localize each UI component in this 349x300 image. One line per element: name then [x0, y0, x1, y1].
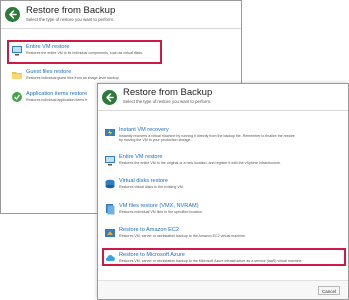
option-desc: Restores VM, server or workstation backu…: [119, 259, 303, 263]
option-desc: Instantly recovers a virtual machine by …: [119, 134, 295, 143]
instant-recovery-icon: [105, 129, 115, 136]
option-desc: Restores individual guest files from an …: [26, 76, 120, 80]
option-name: Entire VM restore: [119, 154, 163, 160]
dialog-title: Restore from Backup: [123, 87, 213, 98]
option-desc: Restores individual application items fr: [26, 98, 88, 102]
dialog-subtitle: Select the type of restore you want to p…: [26, 17, 115, 22]
dialog-title: Restore from Backup: [26, 5, 116, 16]
option-name: Restore to Amazon EC2: [119, 227, 180, 233]
option-name: Entire VM restore: [26, 44, 70, 50]
vm-files-icon: [106, 204, 115, 215]
option-name: Virtual disks restore: [119, 178, 169, 184]
guest-files-icon: [12, 72, 22, 79]
dialog-subtitle: Select the type of restore you want to p…: [123, 99, 212, 104]
dialog-header: Restore from Backup Select the type of r…: [98, 84, 348, 111]
azure-cloud-icon: [105, 255, 115, 261]
dialog-footer: Cancel: [98, 280, 348, 299]
option-desc: Restores the entire VM to its individual…: [26, 51, 144, 55]
option-name: Instant VM recovery: [119, 127, 169, 133]
cancel-button[interactable]: Cancel: [318, 286, 340, 295]
dialog-header: Restore from Backup Select the type of r…: [1, 1, 241, 29]
option-desc: Restores the entire VM to the original o…: [119, 161, 281, 165]
vm-restore-icon: [105, 156, 115, 166]
option-desc: Restores VM, server or workstation backu…: [119, 234, 246, 238]
option-name: VM files restore (VMX, NVRAM): [119, 203, 199, 209]
option-desc: Restores individual VM files to the spec…: [119, 210, 203, 214]
option-name: Guest files restore: [26, 69, 72, 75]
restore-dialog-foreground: Restore from Backup Select the type of r…: [97, 83, 349, 300]
back-arrow-icon[interactable]: [102, 90, 117, 105]
application-items-icon: [12, 92, 22, 102]
option-name: Application items restore: [26, 91, 88, 97]
virtual-disks-icon: [105, 179, 115, 189]
option-name: Restore to Microsoft Azure: [119, 252, 185, 258]
vm-restore-icon: [12, 46, 22, 56]
amazon-ec2-icon: [105, 229, 115, 237]
option-desc: Restores virtual disks to the existing V…: [119, 185, 184, 189]
back-arrow-icon[interactable]: [5, 7, 20, 22]
